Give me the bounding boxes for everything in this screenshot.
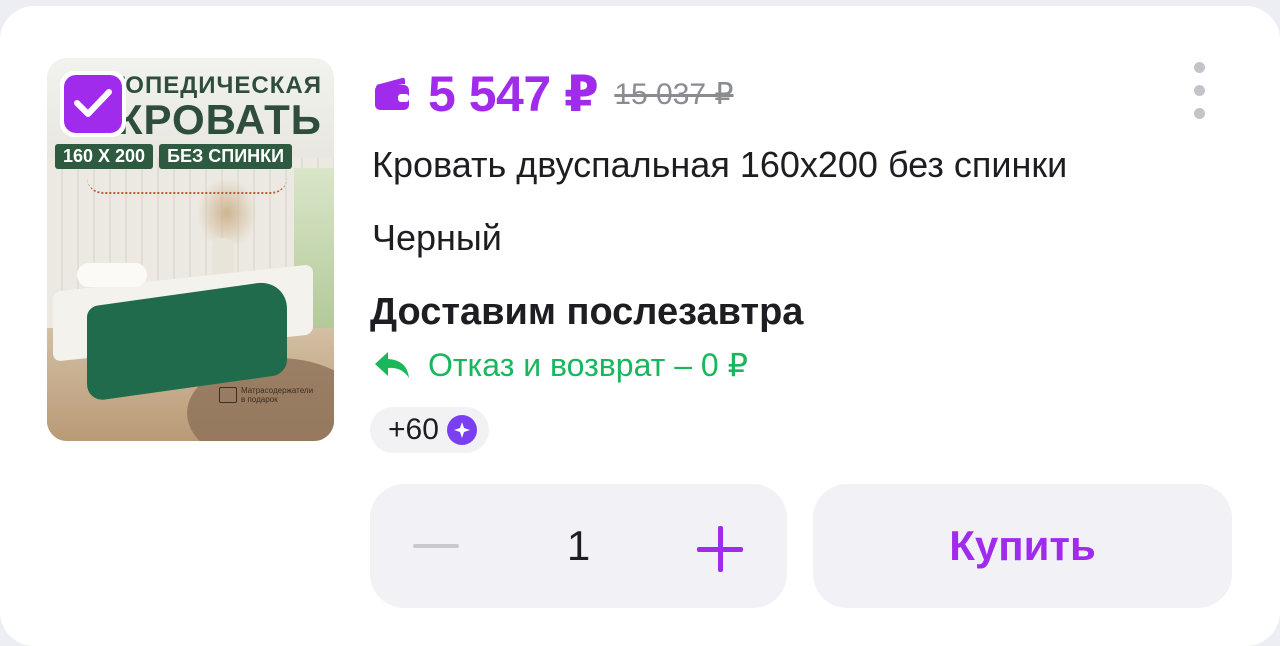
old-price: 15 037 ₽ bbox=[614, 77, 734, 111]
bonus-badge[interactable]: +60 bbox=[370, 407, 489, 453]
image-tag-headboard: БЕЗ СПИНКИ bbox=[159, 144, 293, 169]
buy-button-label: Купить bbox=[949, 522, 1096, 569]
sparkle-icon bbox=[446, 415, 477, 445]
return-arrow-icon bbox=[375, 352, 409, 378]
return-policy-text: Отказ и возврат – 0 ₽ bbox=[428, 347, 748, 383]
wallet-icon bbox=[375, 77, 409, 110]
checkmark-icon bbox=[74, 89, 112, 117]
gift-text-1: Матрасодержатели bbox=[241, 386, 314, 395]
return-policy: Отказ и возврат – 0 ₽ bbox=[372, 346, 748, 384]
image-tags: 160 X 200 БЕЗ СПИНКИ bbox=[55, 144, 293, 169]
product-name[interactable]: Кровать двуспальная 160х200 без спинки bbox=[372, 144, 1067, 186]
current-price: 5 547 ₽ bbox=[428, 66, 599, 122]
gift-icon bbox=[219, 387, 237, 403]
image-tag-size: 160 X 200 bbox=[55, 144, 154, 169]
delivery-info: Доставим послезавтра bbox=[370, 291, 804, 333]
select-checkbox[interactable] bbox=[60, 71, 126, 137]
cart-item-card: ОРТОПЕДИЧЕСКАЯ КРОВАТЬ 160 X 200 БЕЗ СПИ… bbox=[0, 6, 1280, 646]
buy-button[interactable]: Купить bbox=[813, 484, 1232, 608]
quantity-stepper: 1 bbox=[370, 484, 787, 608]
more-vertical-icon bbox=[1193, 62, 1205, 73]
image-garland bbox=[87, 178, 287, 194]
image-pillow bbox=[77, 263, 147, 287]
more-options-button[interactable] bbox=[1187, 62, 1211, 124]
image-gift-note: Матрасодержатели в подарок bbox=[219, 386, 313, 404]
increase-button[interactable] bbox=[694, 526, 748, 574]
bonus-value: +60 bbox=[388, 413, 439, 446]
gift-text-2: в подарок bbox=[241, 395, 278, 404]
price-row: 5 547 ₽ 15 037 ₽ bbox=[372, 64, 734, 124]
product-color: Черный bbox=[372, 217, 502, 258]
